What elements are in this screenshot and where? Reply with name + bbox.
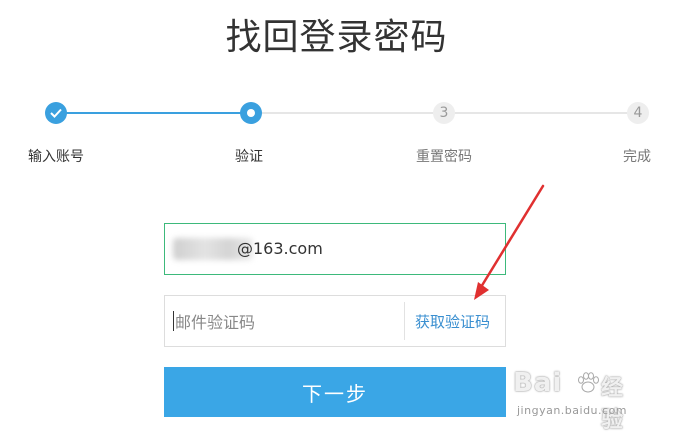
get-code-link[interactable]: 获取验证码	[415, 311, 490, 332]
verification-code-input[interactable]	[175, 311, 395, 333]
step-line-completed	[56, 112, 251, 114]
watermark-logo-text: Bai	[513, 368, 563, 398]
paw-icon	[578, 372, 599, 393]
email-value: @163.com	[237, 239, 323, 258]
code-divider	[404, 302, 405, 340]
page-title: 找回登录密码	[225, 17, 448, 58]
step-label-input-account: 输入账号	[28, 149, 84, 165]
step-4-number: 4	[627, 102, 649, 124]
step-label-verify: 验证	[235, 149, 263, 165]
step-1-check-icon	[45, 102, 67, 124]
baidu-jingyan-watermark: Bai 经验 jingyan.baidu.com	[513, 368, 637, 433]
next-step-button[interactable]: 下一步	[164, 367, 506, 417]
step-3-number: 3	[433, 102, 455, 124]
step-2-current-indicator	[240, 102, 262, 124]
step-label-complete: 完成	[623, 149, 651, 165]
verification-code-row: 获取验证码	[164, 295, 506, 347]
watermark-url: jingyan.baidu.com	[517, 404, 628, 417]
text-caret	[173, 311, 174, 331]
watermark-brand-text: 经验	[601, 376, 624, 433]
step-label-reset-password: 重置密码	[416, 149, 472, 165]
email-field[interactable]: @163.com	[164, 223, 506, 275]
